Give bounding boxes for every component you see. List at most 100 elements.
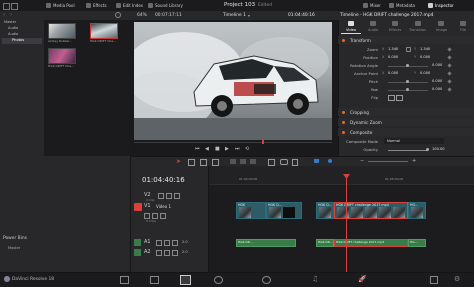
slider-knob[interactable] [426, 147, 429, 151]
timeline-playhead[interactable] [346, 174, 347, 272]
media-page-icon[interactable] [120, 276, 129, 284]
solo-icon[interactable] [164, 240, 170, 246]
zoom-in-icon[interactable]: + [412, 158, 416, 164]
lock-track-icon[interactable] [156, 250, 162, 256]
timeline-ruler[interactable]: 01:04:00:00 01:05:00:00 [209, 166, 474, 185]
toggle-track-icon[interactable] [160, 213, 166, 219]
mute-icon[interactable] [172, 250, 178, 256]
flag-icon[interactable] [314, 159, 319, 163]
dynamic-trim-icon[interactable] [200, 159, 207, 166]
section-dynamic-zoom[interactable]: Dynamic Zoom [338, 118, 474, 126]
solo-icon[interactable] [164, 250, 170, 256]
replace-icon[interactable] [250, 159, 256, 164]
viewer-zoom[interactable]: 64% [137, 13, 147, 18]
track-title[interactable]: Video 1 [156, 204, 171, 209]
skip-forward-icon[interactable]: ⏭ [235, 146, 240, 152]
mute-icon[interactable] [172, 240, 178, 246]
position-lock-icon[interactable] [292, 159, 298, 166]
bin-audio-2[interactable]: Audio [8, 32, 18, 36]
slider-knob[interactable] [406, 87, 409, 91]
bin-master[interactable]: Master [4, 20, 16, 24]
position-y-field[interactable]: 0.000 [420, 55, 430, 59]
section-cropping[interactable]: Cropping [338, 108, 474, 116]
tab-audio[interactable]: Audio [363, 20, 383, 34]
media-thumb[interactable] [48, 48, 76, 64]
video-clip[interactable]: HGK D... [266, 202, 302, 219]
position-x-field[interactable]: 0.000 [388, 55, 398, 59]
video-clip[interactable]: HGK [236, 202, 266, 219]
track-volume[interactable]: 2.0 [182, 240, 188, 244]
lock-track-icon[interactable] [158, 193, 164, 199]
track-volume[interactable]: 2.0 [182, 250, 188, 254]
media-pool-button[interactable]: Media Pool [46, 1, 80, 11]
timeline-selector[interactable]: Timeline 1 [223, 13, 246, 18]
deliver-page-icon[interactable]: 🚀 [358, 275, 367, 283]
slider-knob[interactable] [406, 63, 409, 67]
color-page-icon[interactable] [262, 276, 271, 284]
inspector-button[interactable]: Inspector [428, 1, 464, 11]
rotation-field[interactable]: 0.000 [432, 63, 442, 67]
tab-file[interactable]: File [453, 20, 473, 34]
keyframe-icon[interactable] [447, 79, 452, 84]
slider-knob[interactable] [406, 79, 409, 83]
section-enabled-icon[interactable] [342, 38, 345, 42]
viewer-frame[interactable] [134, 22, 332, 140]
anchor-x-field[interactable]: 0.000 [388, 71, 398, 75]
tab-effects[interactable]: Effects [385, 20, 405, 34]
keyframe-icon[interactable] [447, 87, 452, 92]
sound-library-button[interactable]: Sound Library [148, 1, 190, 11]
home-icon[interactable] [430, 276, 438, 284]
composite-mode-select[interactable]: Normal [384, 138, 444, 144]
lock-track-icon[interactable] [156, 240, 162, 246]
grid-view-icon[interactable] [3, 3, 10, 10]
section-enabled-icon[interactable] [342, 120, 345, 124]
audio-clip[interactable]: HGK DR... [316, 239, 334, 247]
yaw-field[interactable]: 0.000 [432, 87, 442, 91]
keyframe-icon[interactable] [447, 71, 452, 76]
track-target-v1[interactable] [134, 203, 142, 211]
opacity-field[interactable]: 100.00 [432, 147, 445, 151]
track-target-a1[interactable] [134, 239, 141, 246]
section-transform[interactable]: Transform [338, 36, 474, 44]
flip-vertical-icon[interactable] [396, 95, 403, 101]
section-enabled-icon[interactable] [342, 110, 345, 114]
playhead-marker[interactable] [262, 140, 264, 144]
insert-icon[interactable] [230, 159, 236, 164]
edit-index-button[interactable]: Edit Index [116, 1, 146, 11]
edit-page-icon[interactable] [180, 275, 191, 285]
audio-clip[interactable]: HG... [408, 239, 426, 247]
loop-icon[interactable]: ⟲ [245, 146, 249, 152]
keyframe-icon[interactable] [447, 55, 452, 60]
chevron-down-icon[interactable]: ▾ [248, 13, 250, 18]
mixer-button[interactable]: Mixer [363, 1, 385, 11]
zoom-x-field[interactable]: 1.340 [388, 47, 398, 51]
chevron-left-icon[interactable]: ‹ [3, 12, 5, 18]
link-icon[interactable] [406, 47, 411, 52]
chevron-right-icon[interactable]: › [10, 12, 12, 18]
stop-icon[interactable]: ■ [215, 146, 220, 152]
tab-transition[interactable]: Transition [407, 20, 429, 34]
bin-photos-selected[interactable]: Photos [2, 38, 42, 44]
audio-clip[interactable]: HGK DR... [236, 239, 296, 247]
marker-icon[interactable] [328, 159, 332, 163]
toggle-track-icon[interactable] [174, 193, 180, 199]
trim-tool-icon[interactable] [188, 159, 195, 166]
selection-tool-icon[interactable]: ➤ [176, 158, 181, 165]
tab-video[interactable]: Video [341, 20, 361, 34]
zoom-out-icon[interactable]: − [360, 158, 364, 164]
pitch-field[interactable]: 0.000 [432, 79, 442, 83]
snapping-icon[interactable] [268, 159, 275, 166]
viewer-scrubber[interactable] [134, 142, 332, 143]
cut-page-icon[interactable] [150, 276, 159, 284]
bin-audio-1[interactable]: Audio [8, 26, 18, 30]
play-icon[interactable]: ▶ [225, 146, 229, 152]
effects-button[interactable]: Effects [86, 1, 114, 11]
search-icon[interactable] [115, 12, 121, 18]
tab-image[interactable]: Image [431, 20, 451, 34]
keyframe-icon[interactable] [447, 47, 452, 52]
list-view-icon[interactable] [11, 3, 18, 10]
skip-back-icon[interactable]: ⏮ [195, 146, 200, 152]
auto-select-icon[interactable] [166, 193, 172, 199]
opacity-slider[interactable] [388, 149, 428, 151]
section-composite[interactable]: Composite [338, 128, 474, 136]
